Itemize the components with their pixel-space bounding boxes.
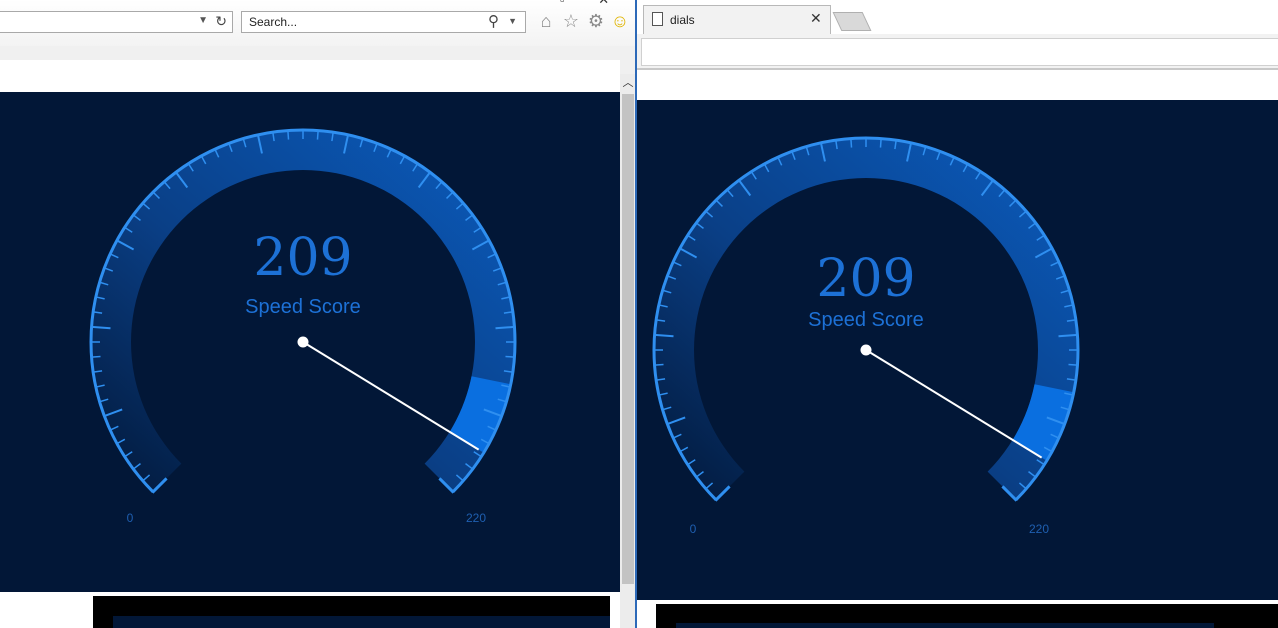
gauge-min-label: 0 xyxy=(690,522,697,536)
omnibox[interactable] xyxy=(641,38,1278,66)
page-blank-area xyxy=(637,70,1278,100)
gauge-tick xyxy=(91,325,111,330)
gauge-panel-left: 209 Speed Score 0 220 xyxy=(0,92,620,592)
gauge-tick xyxy=(850,138,853,148)
right-browser-window: dials ✕ 209 Speed Score 0 220 xyxy=(637,0,1278,628)
gauge-tick xyxy=(316,130,319,140)
gauge-label: Speed Score xyxy=(808,309,924,331)
gauge-min-label: 0 xyxy=(127,511,134,525)
restore-icon[interactable]: ▫ xyxy=(560,0,565,7)
scroll-up-arrow-icon[interactable]: ︿ xyxy=(620,74,636,92)
gauge-needle xyxy=(302,341,480,451)
gauge-tick xyxy=(654,363,664,366)
vertical-scrollbar[interactable]: ︿ xyxy=(620,74,636,628)
window-controls: ▫ ✕ xyxy=(560,0,609,8)
left-toolbar: ▼ ↻ ⚲ ▼ ⌂ ☆ ⚙ ☺ ▫ ✕ xyxy=(0,0,636,46)
gauge-tick xyxy=(495,325,515,330)
address-bar[interactable]: ▼ ↻ xyxy=(0,11,233,33)
speed-gauge: 209Speed Score 0 220 xyxy=(652,136,1080,536)
gauge-tick xyxy=(1068,363,1078,366)
close-tab-icon[interactable]: ✕ xyxy=(810,10,822,27)
page-blank-area xyxy=(0,60,620,92)
search-box[interactable]: ⚲ ▼ xyxy=(241,11,526,33)
gauge-panel-right: 209 Speed Score 0 220 xyxy=(637,100,1278,600)
search-dropdown-icon[interactable]: ▼ xyxy=(508,16,517,26)
gauge-tick xyxy=(91,355,101,358)
black-panel xyxy=(93,596,610,628)
gauge-tick xyxy=(879,138,882,148)
address-dropdown-icon[interactable]: ▼ xyxy=(198,15,208,26)
gauge-label: Speed Score xyxy=(245,296,361,318)
search-input[interactable] xyxy=(242,12,479,32)
home-icon[interactable]: ⌂ xyxy=(535,9,557,33)
smiley-icon[interactable]: ☺ xyxy=(609,9,631,33)
gauge-value: 209 xyxy=(816,249,915,309)
gauge-max-label: 220 xyxy=(466,511,486,525)
search-icon[interactable]: ⚲ xyxy=(488,12,499,30)
gauge-tick xyxy=(287,130,290,140)
gauge-needle-hub xyxy=(297,336,309,348)
document-icon xyxy=(652,12,663,26)
new-tab-button[interactable] xyxy=(832,12,872,31)
star-icon[interactable]: ☆ xyxy=(560,9,582,33)
gauge-tick xyxy=(654,333,674,338)
black-panel xyxy=(656,604,1278,628)
gauge-tick xyxy=(505,355,515,358)
gauge-max-label: 220 xyxy=(1029,522,1049,536)
left-browser-window: ▼ ↻ ⚲ ▼ ⌂ ☆ ⚙ ☺ ▫ ✕ 209 Speed Score 0 220 ︿ xyxy=(0,0,636,628)
omnibox-bar xyxy=(637,34,1278,70)
speed-gauge: 209 Speed Score 0 220 xyxy=(89,128,517,525)
gauge-needle-hub xyxy=(860,344,872,356)
tab-dials[interactable]: dials ✕ xyxy=(643,5,831,35)
tab-strip: dials ✕ xyxy=(637,0,1278,35)
refresh-icon[interactable]: ↻ xyxy=(215,13,227,30)
gear-icon[interactable]: ⚙ xyxy=(585,9,607,33)
close-window-icon[interactable]: ✕ xyxy=(598,0,609,7)
tab-title: dials xyxy=(670,13,695,27)
gauge-tick xyxy=(1058,333,1078,338)
gauge-needle xyxy=(865,349,1043,459)
gauge-value: 209 xyxy=(253,228,352,288)
scrollbar-thumb[interactable] xyxy=(622,94,634,584)
